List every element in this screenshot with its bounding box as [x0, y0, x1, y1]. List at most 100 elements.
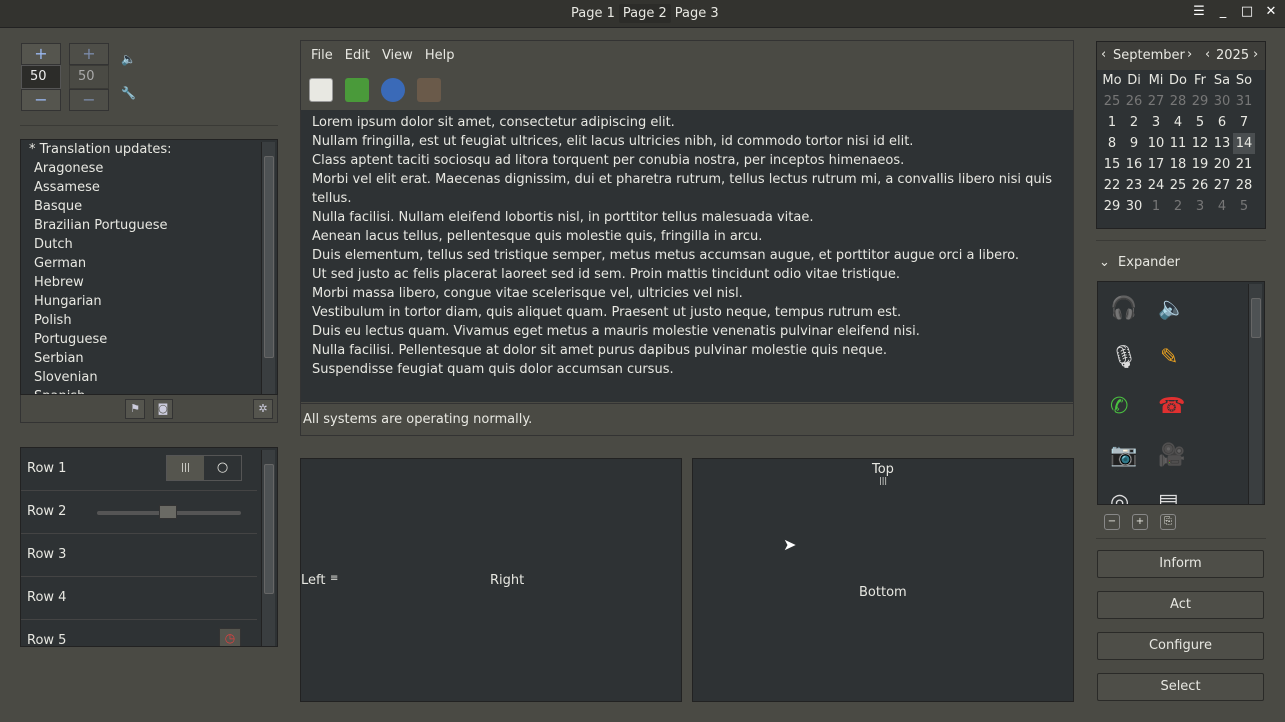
list-row[interactable]: Row 3 — [21, 534, 257, 577]
toggle-switch[interactable]: ||| ○ — [166, 455, 242, 481]
phone-icon[interactable]: ✆ — [1110, 394, 1128, 419]
calendar-day[interactable]: 13 — [1211, 133, 1233, 154]
scrollbar-thumb[interactable] — [1251, 298, 1261, 338]
list-item[interactable]: Assamese — [21, 178, 277, 197]
list-item[interactable]: Polish — [21, 311, 277, 330]
camera-icon[interactable]: 📷 — [1110, 443, 1137, 468]
list-item[interactable]: Slovenian — [21, 368, 277, 387]
calendar-day[interactable]: 8 — [1101, 133, 1123, 154]
wrench-icon[interactable]: 🔧 — [121, 86, 136, 100]
calendar-day[interactable]: 18 — [1167, 154, 1189, 175]
flag-icon[interactable]: ⚑ — [125, 399, 145, 419]
calendar-day[interactable]: 30 — [1123, 196, 1145, 217]
list-item[interactable]: Portuguese — [21, 330, 277, 349]
list-row[interactable]: Row 5 ◷ — [21, 620, 257, 646]
inform-button[interactable]: Inform — [1097, 550, 1264, 578]
camera-icon[interactable]: ◙ — [153, 399, 173, 419]
menu-help[interactable]: Help — [425, 48, 455, 71]
menu-edit[interactable]: Edit — [345, 48, 370, 71]
calendar-day[interactable]: 23 — [1123, 175, 1145, 196]
menu-icon[interactable]: ☰ — [1191, 4, 1207, 20]
calendar-day[interactable]: 16 — [1123, 154, 1145, 175]
scrollbar-thumb[interactable] — [264, 156, 274, 358]
calendar-day[interactable]: 31 — [1233, 91, 1255, 112]
calendar-day[interactable]: 3 — [1145, 112, 1167, 133]
decrement-button[interactable]: − — [21, 89, 61, 111]
calendar-day[interactable]: 22 — [1101, 175, 1123, 196]
remove-icon[interactable]: − — [1104, 514, 1120, 530]
calendar-day[interactable]: 9 — [1123, 133, 1145, 154]
calendar-day[interactable]: 1 — [1145, 196, 1167, 217]
list-item[interactable]: Serbian — [21, 349, 277, 368]
pane-handle[interactable]: ||| — [879, 476, 887, 485]
speaker-icon[interactable]: 🔈 — [1158, 296, 1185, 321]
list-scrollbar[interactable] — [261, 142, 275, 394]
select-button[interactable]: Select — [1097, 673, 1264, 701]
calendar-day[interactable]: 26 — [1123, 91, 1145, 112]
close-icon[interactable]: ✕ — [1263, 4, 1279, 20]
prev-year-icon[interactable]: ‹ — [1205, 47, 1210, 62]
disc-icon[interactable]: ◎ — [1110, 490, 1129, 504]
list-item[interactable]: Hungarian — [21, 292, 277, 311]
save-icon[interactable] — [345, 78, 369, 102]
list-item[interactable]: German — [21, 254, 277, 273]
calendar-day[interactable]: 6 — [1211, 112, 1233, 133]
scrollbar-thumb[interactable] — [264, 464, 274, 594]
calendar-day[interactable]: 19 — [1189, 154, 1211, 175]
calendar-day[interactable]: 2 — [1167, 196, 1189, 217]
calendar-day[interactable]: 7 — [1233, 112, 1255, 133]
microphone-icon[interactable]: 🎙 — [1110, 345, 1138, 370]
prev-month-icon[interactable]: ‹ — [1101, 47, 1106, 62]
calendar-day[interactable]: 20 — [1211, 154, 1233, 175]
icon-view-scrollbar[interactable] — [1248, 284, 1262, 504]
calendar-day[interactable]: 17 — [1145, 154, 1167, 175]
settings-icon[interactable]: ✲ — [253, 399, 273, 419]
document-icon[interactable]: ▤ — [1158, 490, 1179, 504]
maximize-icon[interactable]: □ — [1239, 4, 1255, 20]
camcorder-icon[interactable]: 🎥 — [1158, 443, 1185, 468]
rows-scrollbar[interactable] — [261, 450, 275, 646]
edit-icon[interactable]: ⎘ — [1160, 514, 1176, 530]
calendar-day[interactable]: 24 — [1145, 175, 1167, 196]
calendar-day[interactable]: 4 — [1167, 112, 1189, 133]
list-row[interactable]: Row 1 ||| ○ — [21, 448, 257, 491]
menu-view[interactable]: View — [382, 48, 413, 71]
list-item[interactable]: Hebrew — [21, 273, 277, 292]
display-icon[interactable] — [417, 78, 441, 102]
calendar-day[interactable]: 1 — [1101, 112, 1123, 133]
calendar-day[interactable]: 27 — [1145, 91, 1167, 112]
list-item[interactable]: Spanish — [21, 387, 277, 394]
calendar-day[interactable]: 28 — [1167, 91, 1189, 112]
calendar-day[interactable]: 25 — [1101, 91, 1123, 112]
add-icon[interactable]: + — [1132, 514, 1148, 530]
calendar-day[interactable]: 15 — [1101, 154, 1123, 175]
calendar-day[interactable]: 5 — [1233, 196, 1255, 217]
volume-icon[interactable]: 🔈 — [121, 52, 136, 66]
act-button[interactable]: Act — [1097, 591, 1264, 619]
next-year-icon[interactable]: › — [1253, 47, 1258, 62]
list-row[interactable]: Row 2 — [21, 491, 257, 534]
tab-page-2[interactable]: Page 2 — [618, 4, 671, 23]
marker-icon[interactable]: ✎ — [1160, 345, 1178, 370]
calendar-day[interactable]: 29 — [1101, 196, 1123, 217]
calendar-day[interactable]: 11 — [1167, 133, 1189, 154]
text-view[interactable]: Lorem ipsum dolor sit amet, consectetur … — [301, 110, 1073, 402]
expander[interactable]: ⌄ Expander — [1096, 251, 1266, 275]
pane-handle[interactable]: ≡ — [330, 573, 338, 584]
list-row[interactable]: Row 4 — [21, 577, 257, 620]
tab-page-3[interactable]: Page 3 — [671, 4, 723, 23]
list-item[interactable]: * Translation updates: — [21, 140, 277, 159]
minimize-icon[interactable]: _ — [1215, 4, 1231, 20]
calendar-day[interactable]: 26 — [1189, 175, 1211, 196]
slider-handle[interactable] — [159, 505, 177, 519]
list-item[interactable]: Basque — [21, 197, 277, 216]
headphones-icon[interactable]: 🎧 — [1110, 296, 1137, 321]
new-document-icon[interactable] — [309, 78, 333, 102]
tab-page-1[interactable]: Page 1 — [567, 4, 619, 23]
calendar-day[interactable]: 28 — [1233, 175, 1255, 196]
calendar-day[interactable]: 12 — [1189, 133, 1211, 154]
list-item[interactable]: Brazilian Portuguese — [21, 216, 277, 235]
calendar-day[interactable]: 10 — [1145, 133, 1167, 154]
menu-file[interactable]: File — [311, 48, 333, 71]
calendar-day[interactable]: 21 — [1233, 154, 1255, 175]
